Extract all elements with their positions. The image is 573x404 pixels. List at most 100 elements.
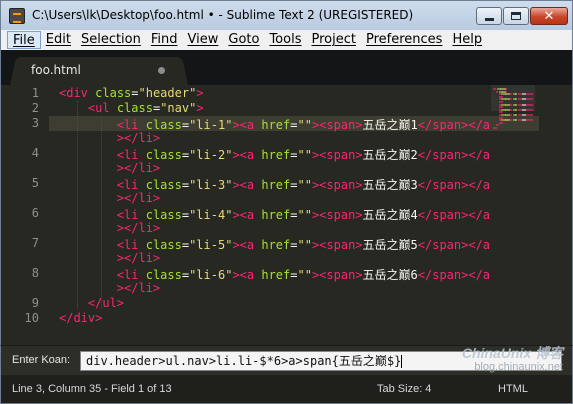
- line-number: 7: [31, 236, 39, 250]
- code-token: ><a: [232, 268, 255, 282]
- code-token: class: [116, 101, 153, 115]
- minimap-line: [525, 114, 533, 116]
- code-token: class: [95, 86, 132, 100]
- code-token: "": [297, 178, 312, 192]
- code-token: <li: [116, 178, 139, 192]
- menu-edit[interactable]: Edit: [41, 31, 76, 49]
- code-token: "li-5": [189, 238, 233, 252]
- code-token: href: [261, 268, 291, 282]
- code-token: =: [290, 268, 298, 282]
- code-view[interactable]: <div class="header"> <ul class="nav"> <l…: [49, 85, 539, 345]
- code-token: >: [196, 86, 204, 100]
- menu-preferences[interactable]: Preferences: [361, 31, 447, 49]
- code-token: =: [181, 268, 190, 282]
- syntax-selector[interactable]: HTML: [498, 383, 528, 395]
- code-token: ><span>: [311, 238, 363, 252]
- code-line: <ul class="nav">: [59, 101, 204, 115]
- tab-size-selector[interactable]: Tab Size: 4: [377, 383, 431, 395]
- code-line: </ul>: [59, 296, 124, 310]
- code-token: ><a: [232, 178, 255, 192]
- minimap[interactable]: [491, 85, 572, 345]
- minimap-line: [525, 98, 533, 101]
- code-token: </span></a: [417, 208, 491, 222]
- code-token: ></li>: [116, 281, 161, 295]
- menu-tools[interactable]: Tools: [264, 31, 306, 49]
- code-token: 五岳之巅5: [362, 238, 418, 252]
- code-token: <li: [116, 268, 139, 282]
- code-token: "header": [138, 86, 197, 100]
- minimap-line: [493, 127, 498, 129]
- code-token: ><a: [232, 238, 255, 252]
- menu-goto[interactable]: Goto: [223, 31, 264, 49]
- minimap-line: [525, 119, 533, 122]
- code-token: "": [297, 118, 312, 132]
- menu-find[interactable]: Find: [146, 31, 183, 49]
- menu-project[interactable]: Project: [306, 31, 360, 49]
- tab-foo-html[interactable]: foo.html: [19, 57, 179, 85]
- title-bar: C:\Users\lk\Desktop\foo.html • - Sublime…: [0, 0, 573, 30]
- maximize-button[interactable]: [503, 7, 529, 25]
- line-number: 2: [31, 101, 39, 115]
- close-button[interactable]: ✕: [530, 7, 568, 25]
- code-token: ><a: [232, 118, 255, 132]
- code-token: =: [181, 178, 190, 192]
- code-token: 五岳之巅1: [362, 118, 418, 132]
- code-line: ></li>: [59, 191, 160, 205]
- code-token: href: [261, 148, 291, 162]
- code-line: </div>: [59, 311, 102, 325]
- editor-area[interactable]: 1 2 3 4 5 6 7 8 9 10 <div class="header"> <ul cla…: [0, 85, 573, 345]
- minimap-line: [525, 108, 533, 111]
- minimize-icon: [484, 18, 494, 21]
- code-token: "": [297, 148, 312, 162]
- code-token: "li-1": [189, 118, 233, 132]
- code-line: ></li>: [59, 221, 160, 235]
- menu-bar: File Edit Selection Find View Goto Tools…: [0, 30, 573, 50]
- window-title: C:\Users\lk\Desktop\foo.html • - Sublime…: [32, 8, 414, 22]
- menu-file[interactable]: File: [7, 31, 41, 49]
- code-token: "": [297, 208, 312, 222]
- menu-help[interactable]: Help: [447, 31, 487, 49]
- code-token: href: [261, 178, 291, 192]
- code-token: 五岳之巅4: [362, 208, 418, 222]
- unsaved-dot-icon[interactable]: [158, 67, 165, 74]
- code-token: =: [181, 118, 190, 132]
- code-token: <li: [116, 238, 139, 252]
- code-token: </span></a: [417, 118, 491, 132]
- code-line: ></li>: [59, 131, 160, 145]
- indent-guide: [77, 101, 78, 309]
- code-token: =: [290, 178, 298, 192]
- tab-bar: foo.html: [0, 50, 573, 85]
- status-bar: Line 3, Column 35 - Field 1 of 13 Tab Si…: [0, 375, 573, 404]
- menu-view[interactable]: View: [183, 31, 224, 49]
- code-token: <li: [116, 118, 139, 132]
- line-number: 9: [31, 296, 39, 310]
- watermark-url: blog.chinaunix.net: [474, 361, 563, 373]
- line-number: 3: [31, 116, 39, 130]
- code-token: <li: [116, 208, 139, 222]
- menu-selection[interactable]: Selection: [76, 31, 146, 49]
- code-token: =: [290, 238, 298, 252]
- code-token: </span></a: [417, 148, 491, 162]
- code-token: =: [181, 208, 190, 222]
- sublime-app-icon[interactable]: [9, 8, 25, 24]
- line-number: 4: [31, 146, 39, 160]
- code-token: </span></a: [417, 268, 491, 282]
- code-token: class: [145, 148, 182, 162]
- minimap-line: [525, 93, 533, 96]
- code-token: href: [261, 118, 291, 132]
- maximize-icon: [511, 12, 521, 20]
- code-token: ></li>: [116, 131, 161, 145]
- minimize-button[interactable]: [476, 7, 502, 25]
